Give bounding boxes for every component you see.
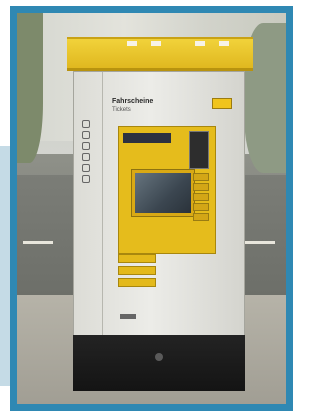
selection-key bbox=[193, 183, 209, 191]
lock-icon bbox=[155, 353, 163, 361]
pictogram-icon bbox=[82, 164, 90, 172]
ticket-tray bbox=[118, 254, 160, 292]
tree-left bbox=[17, 13, 43, 163]
machine-sign: Fahrscheine Tickets bbox=[112, 98, 153, 114]
sign-title: Fahrscheine bbox=[112, 98, 154, 105]
side-pictograms bbox=[82, 120, 91, 186]
machine-roof bbox=[67, 37, 253, 71]
tray-bar bbox=[118, 254, 156, 263]
small-plate bbox=[120, 314, 136, 319]
pictogram-icon bbox=[82, 153, 90, 161]
control-panel bbox=[118, 126, 216, 254]
roof-light bbox=[219, 41, 229, 46]
sign-subtitle: Tickets bbox=[112, 107, 131, 113]
pictogram-icon bbox=[82, 131, 90, 139]
lane-marking bbox=[23, 241, 53, 244]
operator-logo bbox=[212, 98, 232, 109]
selection-keys bbox=[193, 173, 209, 223]
tray-bar bbox=[118, 266, 156, 275]
machine-base bbox=[73, 335, 245, 391]
machine-body: Fahrscheine Tickets bbox=[73, 71, 245, 337]
body-seam bbox=[102, 72, 103, 336]
selection-key bbox=[193, 203, 209, 211]
price-display bbox=[123, 133, 171, 143]
ticket-machine-photo: Fahrscheine Tickets bbox=[17, 13, 286, 404]
roof-light bbox=[195, 41, 205, 46]
selection-key bbox=[193, 213, 209, 221]
pictogram-icon bbox=[82, 175, 90, 183]
touch-screen bbox=[135, 173, 191, 213]
tray-bar bbox=[118, 278, 156, 287]
coin-slot bbox=[189, 131, 209, 169]
selection-key bbox=[193, 193, 209, 201]
photo-frame: Fahrscheine Tickets bbox=[10, 6, 293, 411]
touch-screen-bezel bbox=[131, 169, 195, 217]
pictogram-icon bbox=[82, 120, 90, 128]
selection-key bbox=[193, 173, 209, 181]
lane-marking bbox=[245, 241, 275, 244]
roof-light bbox=[127, 41, 137, 46]
pictogram-icon bbox=[82, 142, 90, 150]
roof-light bbox=[151, 41, 161, 46]
